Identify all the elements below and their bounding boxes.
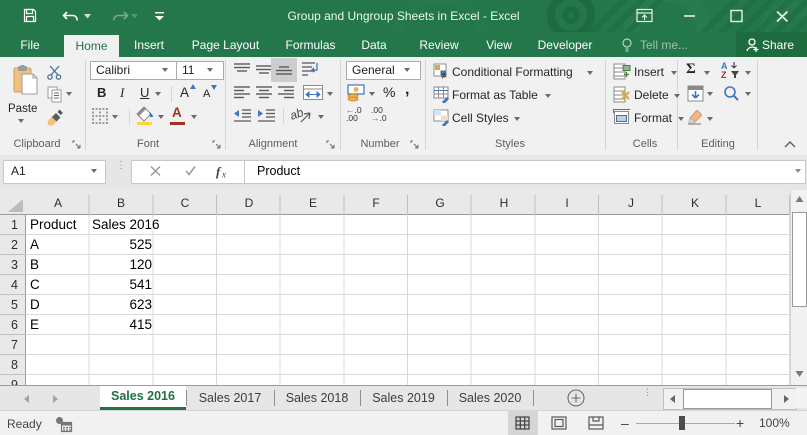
svg-text:x: x (221, 170, 226, 180)
svg-text:≠: ≠ (441, 71, 447, 80)
svg-text:Z: Z (721, 70, 727, 79)
